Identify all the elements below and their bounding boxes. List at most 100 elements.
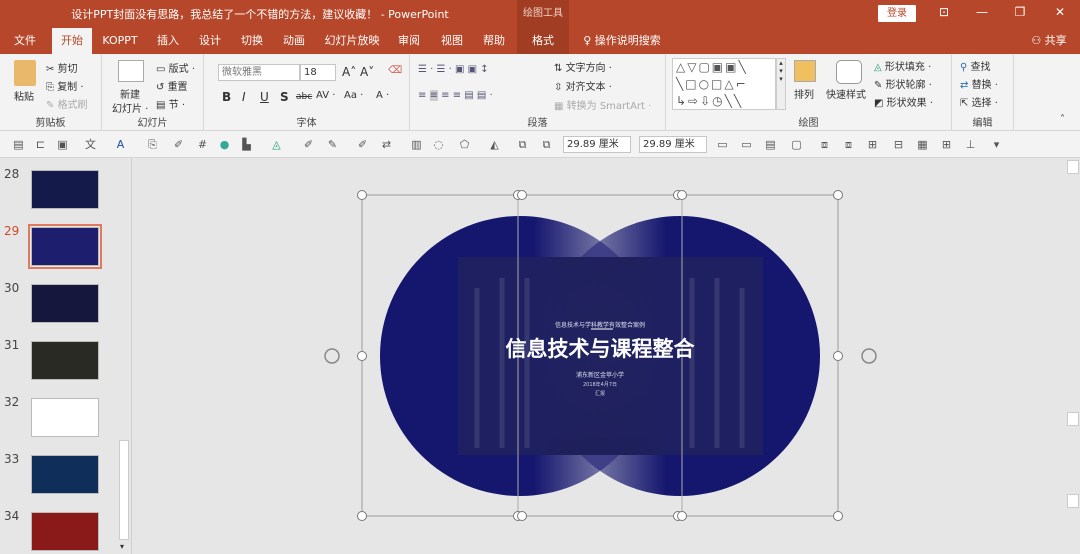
- slide-thumbnail-selected[interactable]: [28, 224, 102, 269]
- resize-handle[interactable]: [677, 190, 687, 200]
- layout-button[interactable]: ▭ 版式 ·: [156, 60, 195, 75]
- clear-format-icon[interactable]: ⌫: [388, 65, 402, 76]
- tab-animations[interactable]: 动画: [276, 28, 312, 54]
- fill-icon[interactable]: ◬: [270, 138, 283, 151]
- tab-help[interactable]: 帮助: [476, 28, 512, 54]
- toolbar-icon[interactable]: ▣: [56, 138, 69, 151]
- change-case-button[interactable]: Aa ·: [344, 90, 363, 101]
- toolbar-icon[interactable]: ▭: [740, 138, 753, 151]
- underline-button[interactable]: U: [260, 90, 269, 104]
- shape-fill-button[interactable]: ◬ 形状填充 ·: [874, 58, 931, 73]
- toolbar-icon[interactable]: ⊏: [34, 138, 47, 151]
- restore-button[interactable]: ❐: [1010, 5, 1030, 19]
- strikethrough-button[interactable]: abc: [296, 92, 312, 102]
- slide-school[interactable]: 浦东新区金苹小学: [576, 371, 624, 379]
- arrange-icon[interactable]: [794, 60, 816, 82]
- toolbar-icon[interactable]: ⬠: [458, 138, 471, 151]
- find-button[interactable]: ⚲ 查找: [960, 58, 991, 73]
- eyedropper-icon[interactable]: ✐: [356, 138, 369, 151]
- grow-font-button[interactable]: A˄ A˅: [342, 65, 374, 79]
- tab-transitions[interactable]: 切换: [234, 28, 270, 54]
- quick-styles-icon[interactable]: [836, 60, 862, 84]
- bullets-button[interactable]: ☰ · ☰ · ▣ ▣ ↕: [418, 64, 489, 75]
- slide-thumbnail[interactable]: [31, 170, 99, 209]
- slide-date[interactable]: 2018年4月7日: [583, 381, 617, 388]
- gallery-scroll[interactable]: ▴ ▾ ▾: [776, 58, 786, 110]
- text-icon[interactable]: 文: [84, 138, 97, 151]
- toolbar-icon[interactable]: ⧈: [842, 138, 855, 151]
- collapse-ribbon-icon[interactable]: ˄: [1060, 114, 1065, 125]
- paste-icon[interactable]: [14, 60, 36, 86]
- shapes-gallery[interactable]: △▽▢▣▣╲ ╲□○□△⌐ ↳⇨⇩◷╲╲: [672, 58, 776, 110]
- resize-handle[interactable]: [517, 511, 527, 521]
- new-slide-dropdown[interactable]: 幻灯片 ·: [112, 100, 148, 115]
- slide-thumbnail[interactable]: [31, 398, 99, 437]
- tab-home[interactable]: 开始: [52, 28, 92, 54]
- toolbar-icon[interactable]: ⧉: [540, 138, 553, 151]
- font-name-select[interactable]: 微软雅黑: [218, 64, 300, 81]
- slide-presenter[interactable]: 汇报: [595, 390, 605, 397]
- new-slide-icon[interactable]: [118, 60, 144, 82]
- format-painter-button[interactable]: ✎ 格式刷: [46, 96, 88, 111]
- toolbar-more-icon[interactable]: ▾: [990, 138, 1003, 151]
- paste-button[interactable]: 粘贴: [14, 88, 34, 103]
- replace-button[interactable]: ⇄ 替换 ·: [960, 76, 998, 91]
- toolbar-icon[interactable]: ▦: [916, 138, 929, 151]
- resize-handle[interactable]: [357, 351, 367, 361]
- slide-subtitle[interactable]: 信息技术与学科教学有效整合案例: [555, 321, 645, 329]
- resize-handle[interactable]: [357, 190, 367, 200]
- share-button[interactable]: ⚇ 共享: [1025, 28, 1073, 54]
- quick-styles-button[interactable]: 快速样式: [826, 86, 866, 101]
- shape-outline-button[interactable]: ✎ 形状轮廓 ·: [874, 76, 932, 91]
- toolbar-icon[interactable]: ⊞: [866, 138, 879, 151]
- thumbnail-scrollbar[interactable]: ▾: [118, 158, 130, 554]
- italic-button[interactable]: I: [242, 90, 246, 104]
- toolbar-icon[interactable]: ▤: [764, 138, 777, 151]
- toolbar-icon[interactable]: ⎘: [146, 138, 159, 151]
- font-color-icon[interactable]: A: [114, 138, 127, 151]
- shape-effects-button[interactable]: ◩ 形状效果 ·: [874, 94, 933, 109]
- section-button[interactable]: ▤ 节 ·: [156, 96, 185, 111]
- eyedropper-icon[interactable]: ✐: [172, 138, 185, 151]
- resize-handle[interactable]: [833, 190, 843, 200]
- tab-insert[interactable]: 插入: [150, 28, 186, 54]
- toolbar-icon[interactable]: ▢: [790, 138, 803, 151]
- rotate-handle-icon[interactable]: [324, 348, 340, 364]
- slide-thumbnail[interactable]: [31, 455, 99, 494]
- tab-format[interactable]: 格式: [517, 28, 569, 54]
- slide-thumbnail[interactable]: [31, 512, 99, 551]
- reset-button[interactable]: ↺ 重置: [156, 78, 188, 93]
- select-button[interactable]: ⇱ 选择 ·: [960, 94, 998, 109]
- shape-width-input[interactable]: 29.89 厘米: [639, 136, 707, 153]
- toolbar-icon[interactable]: ◭: [488, 138, 501, 151]
- rotate-handle-icon[interactable]: [861, 348, 877, 364]
- tab-review[interactable]: 审阅: [390, 28, 428, 54]
- resize-handle[interactable]: [833, 511, 843, 521]
- login-button[interactable]: 登录: [878, 5, 916, 22]
- font-size-select[interactable]: 18: [300, 64, 336, 81]
- toolbar-icon[interactable]: ⊞: [940, 138, 953, 151]
- resize-handle[interactable]: [677, 511, 687, 521]
- new-slide-label[interactable]: 新建: [120, 86, 140, 101]
- toolbar-icon[interactable]: ⧈: [818, 138, 831, 151]
- align-buttons[interactable]: ≡ ≡ ≡ ≡ ▤ ▤ ·: [418, 90, 493, 101]
- resize-handle[interactable]: [833, 351, 843, 361]
- char-spacing-button[interactable]: AV ·: [316, 90, 335, 101]
- minimize-button[interactable]: —: [972, 5, 992, 19]
- resize-handle[interactable]: [357, 511, 367, 521]
- toolbar-icon[interactable]: ◌: [432, 138, 445, 151]
- bold-button[interactable]: B: [222, 90, 231, 104]
- toolbar-icon[interactable]: ▙: [240, 138, 253, 151]
- scroll-down-button[interactable]: [1067, 494, 1079, 508]
- cut-button[interactable]: ✂ 剪切: [46, 60, 78, 75]
- toolbar-icon[interactable]: ⇄: [380, 138, 393, 151]
- convert-smartart-button[interactable]: ▦ 转换为 SmartArt ·: [554, 97, 651, 112]
- toolbar-icon[interactable]: ▭: [716, 138, 729, 151]
- toolbar-icon[interactable]: ⊟: [892, 138, 905, 151]
- arrange-button[interactable]: 排列: [794, 86, 814, 101]
- shape-height-input[interactable]: 29.89 厘米: [563, 136, 631, 153]
- tab-file[interactable]: 文件: [6, 28, 44, 54]
- slide-thumbnail[interactable]: [31, 284, 99, 323]
- tab-design[interactable]: 设计: [192, 28, 228, 54]
- text-direction-button[interactable]: ⇅ 文字方向 ·: [554, 59, 612, 74]
